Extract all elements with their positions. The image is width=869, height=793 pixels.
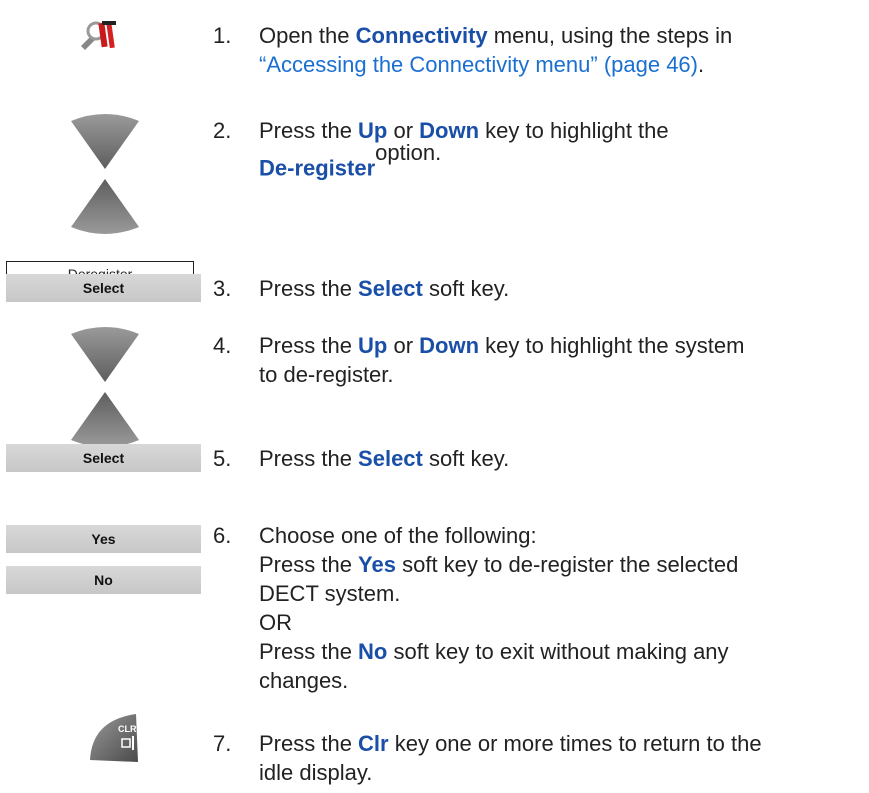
step-7-number: 7. (213, 731, 232, 756)
navigation-key-icon (70, 326, 140, 448)
step-6-number: 6. (213, 523, 232, 548)
step-6-text: Choose one of the following: Press the Y… (259, 523, 739, 693)
step-2-text: Press the Up or Down key to highlight th… (259, 118, 669, 181)
navigation-key-icon (70, 113, 140, 235)
step-5-number: 5. (213, 446, 232, 471)
select-soft-key[interactable]: Select (6, 274, 201, 302)
step-4-text: Press the Up or Down key to highlight th… (259, 333, 745, 387)
step-7-text: Press the Clr key one or more times to r… (259, 731, 762, 785)
step-1-number: 1. (213, 23, 232, 48)
step-5-text: Press the Select soft key. (259, 446, 510, 471)
step-3-text: Press the Select soft key. (259, 276, 510, 301)
yes-soft-key[interactable]: Yes (6, 525, 201, 553)
no-soft-key[interactable]: No (6, 566, 201, 594)
step-4-number: 4. (213, 333, 232, 358)
accessing-connectivity-link[interactable]: “Accessing the Connectivity menu” (page … (259, 52, 698, 77)
connectivity-menu-icon (78, 17, 120, 51)
clr-key-label: CLR (118, 724, 137, 734)
select-soft-key[interactable]: Select (6, 444, 201, 472)
step-3-number: 3. (213, 276, 232, 301)
step-1-text: Open the Connectivity menu, using the st… (259, 23, 733, 77)
step-2-number: 2. (213, 118, 232, 143)
clr-key-icon: CLR (88, 712, 140, 764)
